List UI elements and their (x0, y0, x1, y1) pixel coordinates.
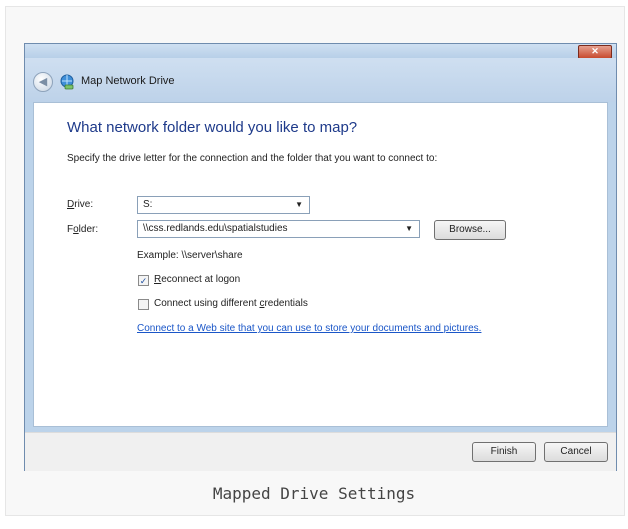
chevron-down-icon[interactable]: ▼ (405, 221, 413, 237)
cancel-button[interactable]: Cancel (544, 442, 608, 462)
drive-select[interactable]: S: ▼ (137, 196, 310, 214)
credentials-pre: Connect using different (154, 298, 260, 309)
credentials-checkbox[interactable] (138, 299, 149, 310)
finish-button[interactable]: Finish (472, 442, 536, 462)
reconnect-rest: econnect at logon (161, 274, 241, 285)
drive-label-rest: rive: (74, 199, 94, 210)
title-bar: ✕ (25, 44, 616, 59)
close-icon[interactable]: ✕ (578, 45, 612, 59)
button-bar: Finish Cancel (25, 432, 616, 471)
back-arrow-icon[interactable]: ◀ (33, 72, 53, 92)
credentials-label[interactable]: Connect using different credentials (154, 298, 308, 309)
folder-label-rest: lder: (78, 224, 99, 235)
credentials-rest: redentials (264, 298, 308, 309)
reconnect-checkbox[interactable]: ✓ (138, 275, 149, 286)
reconnect-label[interactable]: Reconnect at logon (154, 274, 240, 285)
page-title: What network folder would you like to ma… (67, 119, 358, 136)
example-text: Example: \\server\share (137, 250, 243, 261)
folder-input-value: \\css.redlands.edu\spatialstudies (143, 223, 288, 234)
image-caption: Mapped Drive Settings (212, 484, 416, 503)
browse-button[interactable]: Browse... (434, 220, 506, 240)
folder-label: Folder: (67, 224, 98, 235)
instructions-text: Specify the drive letter for the connect… (67, 153, 438, 164)
drive-label: Drive: (67, 199, 93, 210)
folder-input[interactable]: \\css.redlands.edu\spatialstudies ▼ (137, 220, 420, 238)
chevron-down-icon: ▼ (295, 200, 303, 209)
drive-select-value: S: (143, 199, 153, 210)
navigation-bar: ◀ Map Network Drive (25, 58, 616, 102)
map-network-drive-window: ✕ ◀ Map Network Drive What network folde… (24, 43, 617, 471)
web-site-link[interactable]: Connect to a Web site that you can use t… (137, 323, 481, 334)
dialog-content: What network folder would you like to ma… (33, 102, 608, 427)
window-title: Map Network Drive (81, 75, 175, 87)
network-drive-icon (60, 74, 74, 90)
